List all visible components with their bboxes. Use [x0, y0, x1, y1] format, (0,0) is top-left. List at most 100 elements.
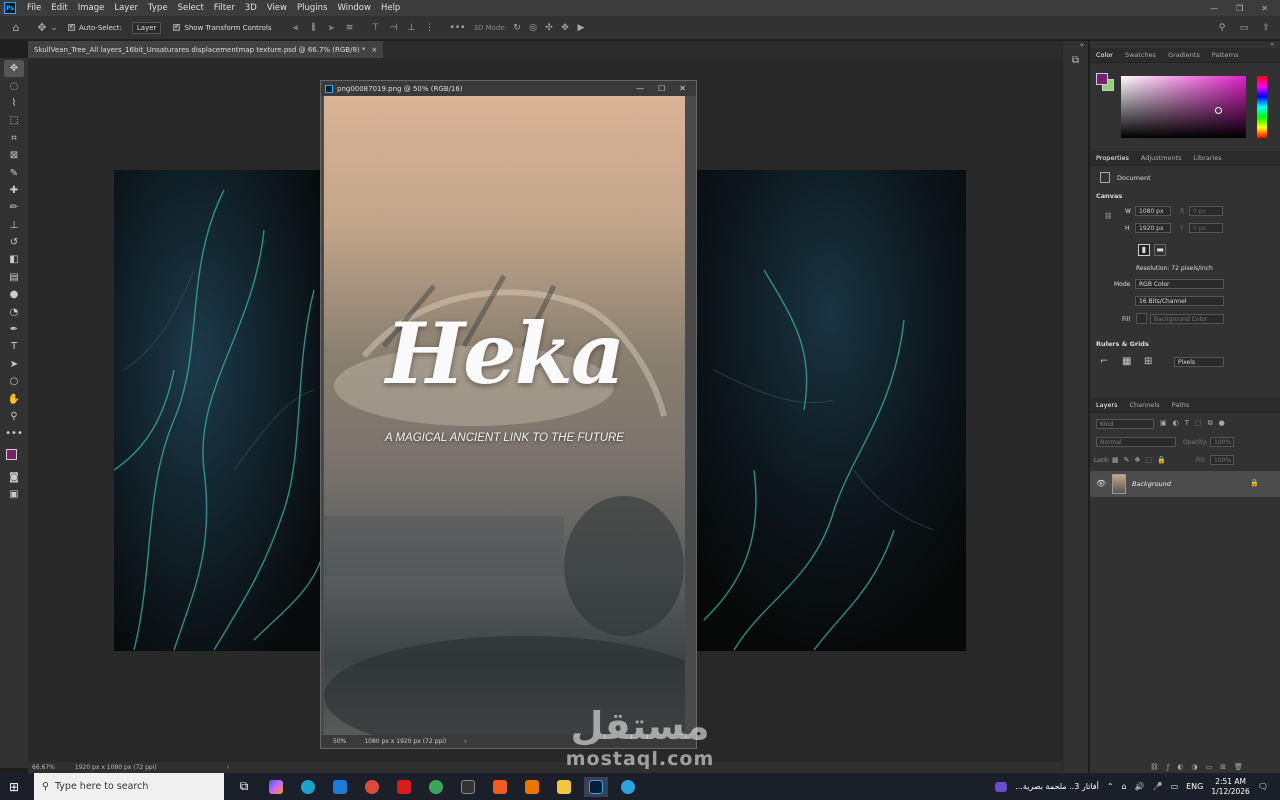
layer-name[interactable]: Background [1132, 480, 1171, 488]
menu-type[interactable]: Type [143, 3, 173, 13]
portrait-orientation-icon[interactable]: ▮ [1138, 244, 1150, 256]
opacity-field[interactable]: 100% [1210, 437, 1234, 447]
landscape-orientation-icon[interactable]: ▬ [1154, 244, 1166, 256]
object-select-icon[interactable]: ⬚ [4, 112, 24, 129]
chrome-app-icon[interactable] [360, 777, 384, 797]
status-arrow[interactable]: › [227, 764, 229, 771]
network-icon[interactable]: ⌂ [1122, 782, 1127, 791]
quick-mask-icon[interactable]: ◙ [4, 469, 24, 486]
search-icon[interactable]: ⚲ [1216, 23, 1228, 33]
vscode-app-icon[interactable] [328, 777, 352, 797]
rulers-grids-label[interactable]: Rulers & Grids [1096, 340, 1149, 348]
clock[interactable]: 2:51 AM 1/12/2026 [1211, 777, 1249, 797]
guides-icon[interactable]: ⊞ [1144, 356, 1152, 367]
mode-dropdown[interactable]: RGB Color [1135, 279, 1224, 289]
link-dimensions-icon[interactable]: ⛓ [1104, 212, 1112, 220]
type-tool-icon[interactable]: T [4, 338, 24, 355]
chrome-profile-app-icon[interactable] [424, 777, 448, 797]
pen-tool-icon[interactable]: ✒ [4, 321, 24, 338]
eraser-icon[interactable]: ◧ [4, 251, 24, 268]
blender-app-icon[interactable] [520, 777, 544, 797]
menu-help[interactable]: Help [376, 3, 405, 13]
tab-properties[interactable]: Properties [1096, 154, 1129, 162]
float-minimize-button[interactable]: — [636, 84, 644, 93]
x-field[interactable]: 0 px [1189, 206, 1223, 216]
layer-row[interactable]: 👁 Background 🔒 [1090, 471, 1280, 497]
tab-patterns[interactable]: Patterns [1212, 51, 1239, 59]
width-field[interactable]: 1080 px [1135, 206, 1171, 216]
align-right-icon[interactable]: ⫸ [326, 23, 338, 33]
height-field[interactable]: 1920 px [1135, 223, 1171, 233]
restore-button[interactable]: ❐ [1236, 4, 1243, 13]
notification-text[interactable]: أفاتار 3.. ملحمة بصرية... [1015, 782, 1099, 791]
lasso-tool-icon[interactable]: ◌ [4, 77, 24, 94]
color-foreground-swatch[interactable] [1096, 73, 1108, 85]
layer-filter-icons[interactable]: ▣◐T⬚⧉● [1160, 419, 1231, 428]
tab-paths[interactable]: Paths [1172, 401, 1190, 409]
ellipse-tool-icon[interactable]: ○ [4, 373, 24, 390]
security-app-icon[interactable] [392, 777, 416, 797]
chevron-up-icon[interactable]: ⌃ [1107, 782, 1114, 791]
menu-view[interactable]: View [262, 3, 292, 13]
minimize-button[interactable]: — [1210, 4, 1218, 13]
notifications-icon[interactable]: 🗨 [1258, 782, 1268, 791]
collapse-arrows-icon[interactable]: « [1063, 41, 1088, 49]
document-tab[interactable]: SkullVean_Tree_All layers_16bit_Unsatura… [28, 41, 384, 58]
zoom-tool-icon[interactable]: ⚲ [4, 408, 24, 425]
dodge-tool-icon[interactable]: ◔ [4, 303, 24, 320]
language-indicator[interactable]: ENG [1186, 782, 1203, 791]
tab-adjustments[interactable]: Adjustments [1141, 154, 1182, 162]
float-maximize-button[interactable]: ☐ [658, 84, 665, 93]
fill-opacity-field[interactable]: 100% [1210, 455, 1234, 465]
microphone-icon[interactable]: 🎤 [1153, 782, 1163, 791]
telegram-app-icon[interactable] [616, 777, 640, 797]
distribute-vertical-icon[interactable]: ⋮ [424, 23, 436, 33]
hand-tool-icon[interactable]: ✋ [4, 390, 24, 407]
eyedropper-icon[interactable]: ✎ [4, 164, 24, 181]
panel-collapse-icon[interactable]: » [1090, 41, 1280, 48]
align-top-icon[interactable]: ⊤ [370, 23, 382, 33]
brush-tool-icon[interactable]: ✏ [4, 199, 24, 216]
grid-icon[interactable]: ▦ [1122, 356, 1131, 367]
units-dropdown[interactable]: Pixels [1174, 357, 1224, 367]
3d-slide-icon[interactable]: ✥ [559, 23, 571, 33]
floating-document-window[interactable]: png00087019.png @ 50% (RGB/16) — ☐ ✕ Hek… [320, 80, 697, 749]
color-picker-cursor[interactable] [1215, 107, 1222, 114]
layer-bottom-actions[interactable]: ⛓ƒ◐◑▭⊞🗑 [1150, 763, 1251, 771]
show-transform-checkbox[interactable] [173, 23, 181, 31]
media-app-icon[interactable] [995, 781, 1008, 792]
tab-channels[interactable]: Channels [1130, 401, 1160, 409]
zoom-level[interactable]: 66.67% [32, 764, 55, 771]
fill-color-swatch[interactable] [1136, 313, 1147, 324]
edge-app-icon[interactable] [296, 777, 320, 797]
davinci-app-icon[interactable] [456, 777, 480, 797]
screen-mode-icon[interactable]: ▣ [4, 486, 24, 503]
copilot-app-icon[interactable] [264, 777, 288, 797]
lock-icons[interactable]: ▦✎✥⬚🔒 [1112, 456, 1171, 464]
tab-libraries[interactable]: Libraries [1194, 154, 1222, 162]
3d-orbit-icon[interactable]: ↻ [511, 23, 523, 33]
foreground-color[interactable] [6, 448, 17, 460]
task-view-icon[interactable]: ⧉ [232, 777, 256, 797]
photoshop-app-icon[interactable] [584, 776, 608, 797]
menu-filter[interactable]: Filter [209, 3, 240, 13]
menu-3d[interactable]: 3D [240, 3, 262, 13]
menu-edit[interactable]: Edit [46, 3, 72, 13]
ruler-icon[interactable]: ⌐ [1100, 356, 1108, 367]
menu-plugins[interactable]: Plugins [292, 3, 332, 13]
taskbar-search-input[interactable]: Type here to search [55, 781, 148, 792]
color-picker-field[interactable] [1121, 76, 1246, 138]
menu-select[interactable]: Select [173, 3, 209, 13]
gradient-tool-icon[interactable]: ▤ [4, 269, 24, 286]
color-swatches[interactable] [4, 447, 24, 469]
history-panel-icon[interactable]: ⧉ [1069, 55, 1083, 69]
float-close-button[interactable]: ✕ [679, 84, 686, 93]
distribute-icon[interactable]: ≡ [344, 23, 356, 33]
close-button[interactable]: ✕ [1261, 4, 1268, 13]
3d-camera-icon[interactable]: ▶ [575, 23, 587, 33]
auto-select-dropdown[interactable]: Layer [131, 21, 162, 34]
history-brush-icon[interactable]: ↺ [4, 234, 24, 251]
polygon-lasso-icon[interactable]: ⌇ [4, 95, 24, 112]
layer-filter-kind[interactable]: Kind [1096, 419, 1154, 429]
tab-layers[interactable]: Layers [1096, 401, 1118, 409]
